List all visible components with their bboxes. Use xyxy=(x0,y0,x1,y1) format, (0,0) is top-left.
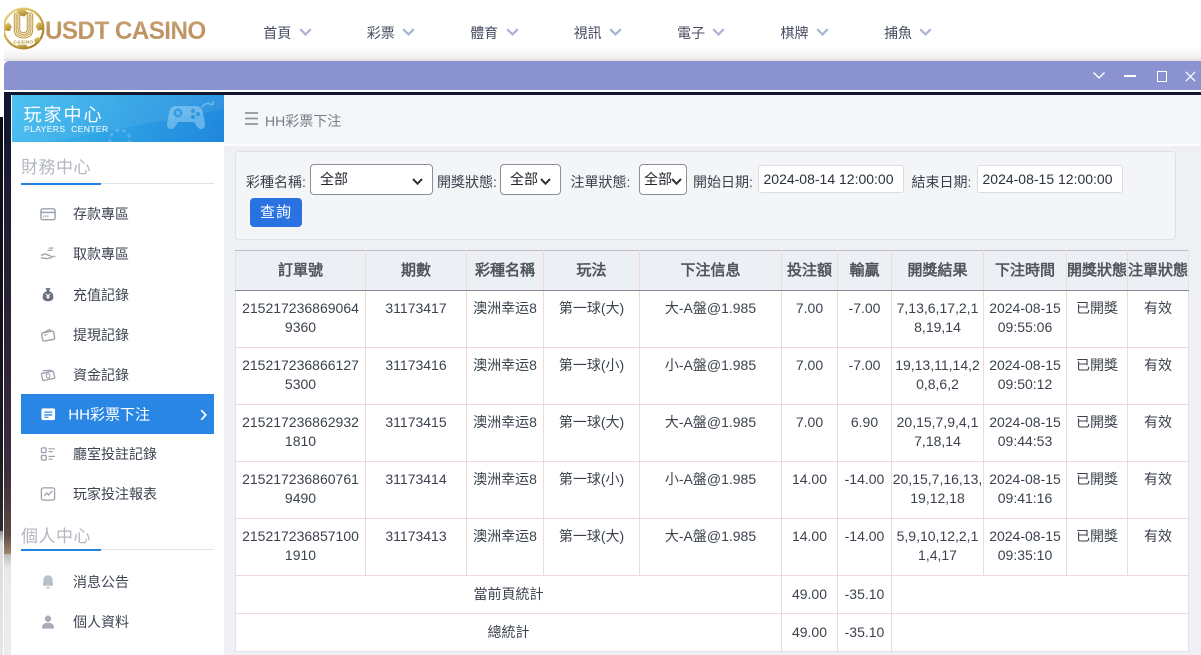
svg-text:CASINO: CASINO xyxy=(14,40,34,45)
